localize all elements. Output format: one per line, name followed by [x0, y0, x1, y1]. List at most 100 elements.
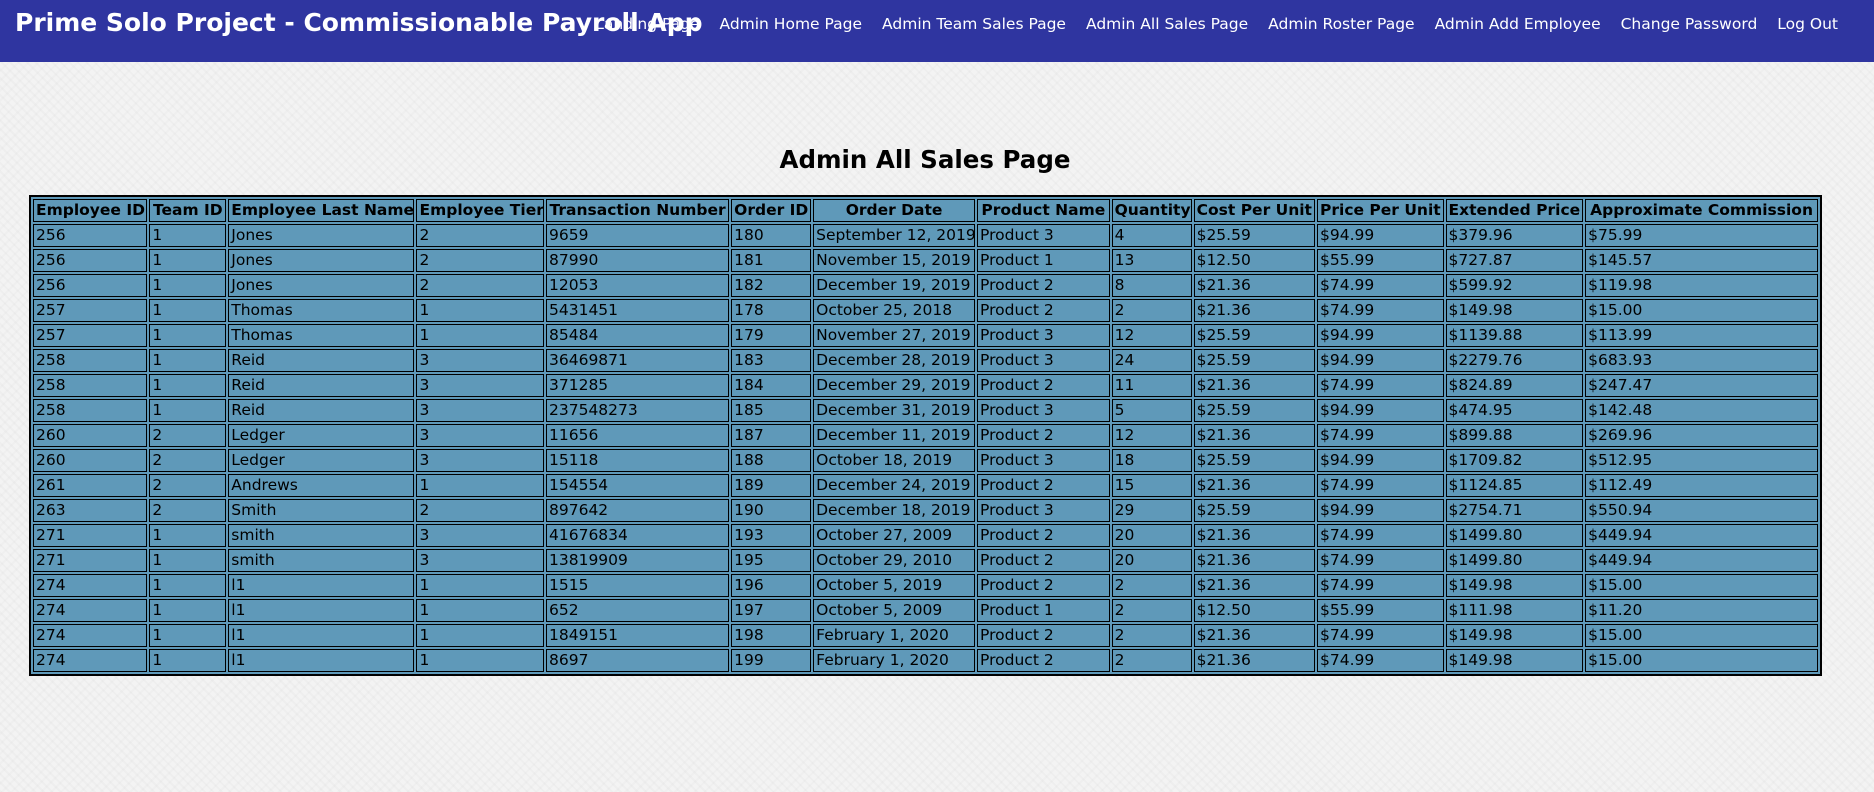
- table-cell: $94.99: [1317, 399, 1444, 422]
- nav-admin-add-employee[interactable]: Admin Add Employee: [1435, 15, 1601, 33]
- table-cell: $1139.88: [1445, 324, 1584, 347]
- table-row: 274 1 l1 1 1849151 198 February 1, 2020 Product…: [33, 624, 1818, 647]
- column-header: Approximate Commission: [1585, 199, 1818, 222]
- table-cell: 29: [1111, 499, 1192, 522]
- table-cell: 8: [1111, 274, 1192, 297]
- table-cell: 1: [416, 474, 544, 497]
- table-cell: 263: [33, 499, 148, 522]
- table-cell: $15.00: [1585, 574, 1818, 597]
- nav-admin-all-sales-page[interactable]: Admin All Sales Page: [1086, 15, 1248, 33]
- table-cell: $21.36: [1193, 549, 1316, 572]
- table-cell: $21.36: [1193, 624, 1316, 647]
- column-header: Employee ID: [33, 199, 148, 222]
- table-cell: 5: [1111, 399, 1192, 422]
- table-cell: 2: [416, 274, 544, 297]
- table-row: 256 1 Jones 2 9659 180 September 12, 2019 Produ…: [33, 224, 1818, 247]
- nav-landing-page[interactable]: Landing Page: [595, 15, 699, 33]
- table-cell: $269.96: [1585, 424, 1818, 447]
- table-cell: 274: [33, 649, 148, 672]
- table-cell: 2: [1111, 574, 1192, 597]
- column-header: Team ID: [149, 199, 227, 222]
- nav-change-password[interactable]: Change Password: [1621, 15, 1758, 33]
- table-cell: $15.00: [1585, 649, 1818, 672]
- table-cell: 1: [149, 599, 227, 622]
- table-cell: 1: [149, 274, 227, 297]
- table-cell: $142.48: [1585, 399, 1818, 422]
- column-header: Employee Tier: [416, 199, 544, 222]
- table-cell: $25.59: [1193, 499, 1316, 522]
- table-cell: $1124.85: [1445, 474, 1584, 497]
- table-cell: $21.36: [1193, 274, 1316, 297]
- table-cell: Product 3: [977, 499, 1110, 522]
- table-cell: 193: [731, 524, 812, 547]
- table-cell: $25.59: [1193, 449, 1316, 472]
- table-cell: 274: [33, 599, 148, 622]
- nav-admin-roster-page[interactable]: Admin Roster Page: [1268, 15, 1414, 33]
- table-cell: 190: [731, 499, 812, 522]
- table-cell: 1: [416, 599, 544, 622]
- table-cell: $149.98: [1445, 299, 1584, 322]
- table-cell: 652: [546, 599, 730, 622]
- table-row: 258 1 Reid 3 371285 184 December 29, 2019 Produ…: [33, 374, 1818, 397]
- table-cell: 189: [731, 474, 812, 497]
- table-cell: 257: [33, 299, 148, 322]
- top-navbar: Prime Solo Project - Commissionable Payr…: [0, 0, 1874, 62]
- table-cell: 256: [33, 249, 148, 272]
- table-cell: October 27, 2009: [813, 524, 976, 547]
- nav-links: Landing Page Admin Home Page Admin Team …: [575, 15, 1838, 33]
- table-cell: 179: [731, 324, 812, 347]
- table-cell: $1499.80: [1445, 549, 1584, 572]
- column-header: Order ID: [731, 199, 812, 222]
- table-cell: $111.98: [1445, 599, 1584, 622]
- table-cell: Product 3: [977, 349, 1110, 372]
- table-cell: $21.36: [1193, 574, 1316, 597]
- table-cell: Reid: [228, 374, 415, 397]
- table-cell: 18: [1111, 449, 1192, 472]
- table-cell: 261: [33, 474, 148, 497]
- table-cell: $21.36: [1193, 649, 1316, 672]
- table-cell: 1515: [546, 574, 730, 597]
- table-cell: 3: [416, 449, 544, 472]
- nav-log-out[interactable]: Log Out: [1777, 15, 1838, 33]
- table-row: 260 2 Ledger 3 15118 188 October 18, 2019 Produ…: [33, 449, 1818, 472]
- table-cell: 256: [33, 274, 148, 297]
- table-cell: $683.93: [1585, 349, 1818, 372]
- table-cell: $727.87: [1445, 249, 1584, 272]
- table-cell: 12053: [546, 274, 730, 297]
- table-cell: $512.95: [1585, 449, 1818, 472]
- table-cell: Thomas: [228, 324, 415, 347]
- table-cell: Andrews: [228, 474, 415, 497]
- table-cell: $74.99: [1317, 649, 1444, 672]
- table-cell: Product 2: [977, 624, 1110, 647]
- table-cell: 3: [416, 524, 544, 547]
- table-cell: 271: [33, 524, 148, 547]
- table-cell: 1: [149, 249, 227, 272]
- table-cell: $247.47: [1585, 374, 1818, 397]
- table-cell: 187: [731, 424, 812, 447]
- table-cell: $379.96: [1445, 224, 1584, 247]
- table-cell: Product 1: [977, 599, 1110, 622]
- table-cell: 1: [149, 649, 227, 672]
- table-cell: Product 2: [977, 424, 1110, 447]
- table-cell: $21.36: [1193, 474, 1316, 497]
- table-cell: 188: [731, 449, 812, 472]
- table-cell: $25.59: [1193, 224, 1316, 247]
- table-cell: 3: [416, 549, 544, 572]
- table-row: 274 1 l1 1 652 197 October 5, 2009 Product 1 2 $1…: [33, 599, 1818, 622]
- table-cell: 36469871: [546, 349, 730, 372]
- table-cell: October 5, 2009: [813, 599, 976, 622]
- table-cell: Product 2: [977, 524, 1110, 547]
- table-cell: 178: [731, 299, 812, 322]
- nav-admin-team-sales-page[interactable]: Admin Team Sales Page: [882, 15, 1066, 33]
- nav-admin-home-page[interactable]: Admin Home Page: [719, 15, 862, 33]
- table-cell: 1: [149, 224, 227, 247]
- table-cell: 1: [149, 549, 227, 572]
- table-cell: 2: [149, 449, 227, 472]
- table-cell: 2: [149, 474, 227, 497]
- table-cell: 271: [33, 549, 148, 572]
- table-cell: l1: [228, 624, 415, 647]
- all-sales-table: Employee ID Team ID Employee Last Name Empl…: [29, 195, 1822, 676]
- table-cell: Product 1: [977, 249, 1110, 272]
- table-cell: 2: [1111, 299, 1192, 322]
- table-cell: October 29, 2010: [813, 549, 976, 572]
